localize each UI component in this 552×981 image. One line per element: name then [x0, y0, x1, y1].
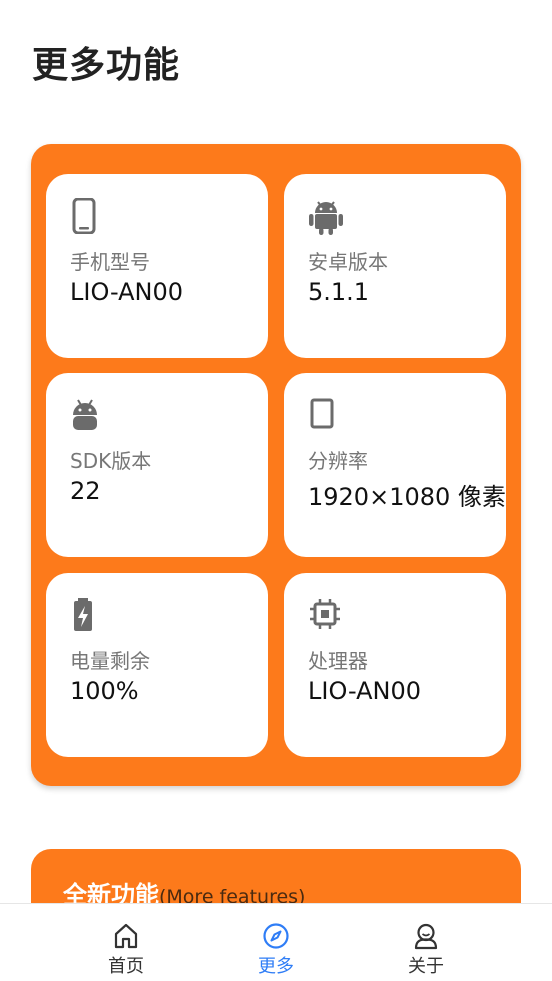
nav-label: 首页 — [108, 956, 144, 977]
screen-icon — [308, 397, 344, 433]
cpu-icon — [308, 597, 344, 633]
card-phone-model[interactable]: 手机型号 LIO-AN00 — [46, 174, 268, 358]
card-label: SDK版本 — [70, 449, 152, 473]
card-battery[interactable]: 电量剩余 100% — [46, 573, 268, 757]
card-sdk-version[interactable]: SDK版本 22 — [46, 373, 268, 557]
card-value: 1920×1080 像素 — [308, 483, 506, 511]
card-value: 100% — [70, 677, 139, 705]
card-label: 手机型号 — [70, 250, 150, 274]
nav-item-more[interactable]: 更多 — [216, 904, 336, 981]
more-features-page: 更多功能 手机型号 LIO-AN00 安卓版本 5.1.1 SDK版本 22 分… — [0, 0, 552, 981]
android-icon — [308, 198, 344, 235]
device-info-panel: 手机型号 LIO-AN00 安卓版本 5.1.1 SDK版本 22 分辨率 19… — [31, 144, 521, 786]
card-label: 分辨率 — [308, 449, 368, 473]
battery-icon — [70, 597, 106, 633]
compass-icon — [262, 922, 290, 950]
card-label: 处理器 — [308, 649, 368, 673]
card-label: 电量剩余 — [70, 649, 150, 673]
nav-item-about[interactable]: 关于 — [366, 904, 486, 981]
user-icon — [412, 922, 440, 950]
card-android-version[interactable]: 安卓版本 5.1.1 — [284, 174, 506, 358]
nav-item-home[interactable]: 首页 — [66, 904, 186, 981]
nav-label: 更多 — [258, 956, 294, 977]
android-head-icon — [70, 397, 106, 433]
home-icon — [112, 922, 140, 950]
card-value: 22 — [70, 477, 101, 505]
card-value: 5.1.1 — [308, 278, 370, 306]
card-value: LIO-AN00 — [70, 278, 184, 306]
page-title: 更多功能 — [32, 45, 181, 86]
card-processor[interactable]: 处理器 LIO-AN00 — [284, 573, 506, 757]
card-resolution[interactable]: 分辨率 1920×1080 像素 — [284, 373, 506, 557]
bottom-navigation: 首页 更多 关于 — [0, 903, 552, 981]
nav-label: 关于 — [408, 956, 444, 977]
phone-icon — [70, 198, 106, 234]
card-label: 安卓版本 — [308, 250, 388, 274]
card-value: LIO-AN00 — [308, 677, 422, 705]
